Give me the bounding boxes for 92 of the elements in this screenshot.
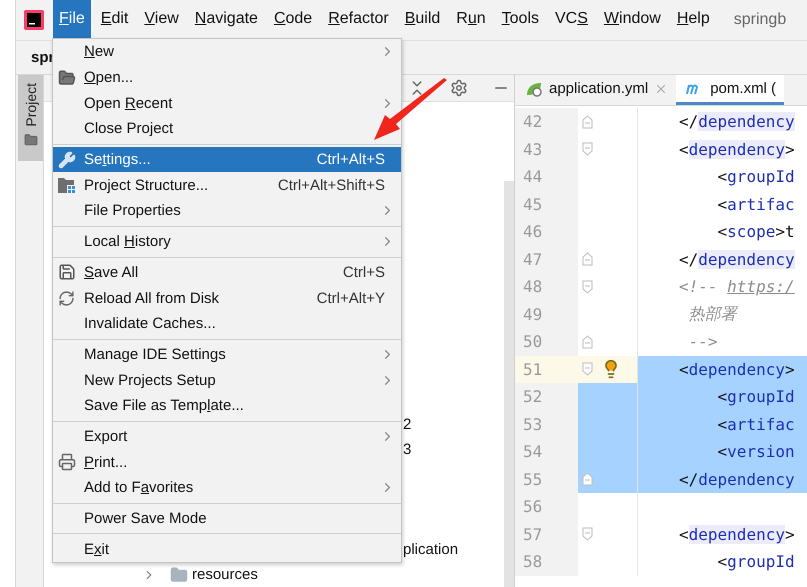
- fold-marker-icon[interactable]: [582, 280, 593, 294]
- line-number: 53: [515, 410, 578, 438]
- line-number: 44: [515, 163, 578, 190]
- line-number: 47: [515, 246, 578, 273]
- menu-item[interactable]: Open...: [53, 64, 401, 90]
- code-line: <dependency>: [679, 140, 795, 159]
- fold-end-marker-icon[interactable]: [582, 252, 593, 266]
- code-line: <!-- https:/: [679, 277, 795, 296]
- menu-item[interactable]: File Properties: [53, 198, 401, 224]
- tree-item[interactable]: resources: [192, 566, 258, 583]
- menu-item[interactable]: Exit: [53, 536, 401, 562]
- line-number: 46: [515, 218, 578, 246]
- menu-bar-item[interactable]: Tools: [496, 0, 545, 38]
- project-tool-tab[interactable]: Project: [18, 75, 43, 161]
- code-line: <groupId: [716, 387, 795, 406]
- folder-icon: [170, 566, 188, 584]
- line-number: 48: [515, 273, 578, 300]
- project-structure-icon: [58, 177, 76, 194]
- menu-item[interactable]: Local History: [53, 228, 401, 254]
- fold-marker-icon[interactable]: [582, 362, 593, 376]
- editor-tab[interactable]: pom.xml (: [676, 75, 784, 105]
- line-number: 49: [515, 300, 578, 328]
- menu-bar-item[interactable]: View: [138, 0, 185, 38]
- menu-item[interactable]: Project Structure... Ctrl+Alt+Shift+S: [53, 172, 401, 198]
- line-number: 54: [515, 438, 578, 466]
- menu-item[interactable]: Reload All from Disk Ctrl+Alt+Y: [53, 285, 401, 311]
- menu-bar-item[interactable]: Build: [398, 0, 446, 38]
- code-line: </dependency: [679, 470, 795, 489]
- menu-item[interactable]: Power Save Mode: [53, 506, 401, 532]
- menu-item[interactable]: Add to Favorites: [53, 475, 401, 501]
- code-line: <groupId: [716, 552, 795, 572]
- menu-item[interactable]: New: [53, 39, 401, 65]
- code-line: 热部署: [688, 304, 737, 325]
- menu-bar-item[interactable]: Edit: [94, 0, 134, 38]
- menu-item[interactable]: New Projects Setup: [53, 367, 401, 393]
- menu-bar-item[interactable]: VCS: [549, 0, 594, 38]
- save-icon: [58, 263, 76, 282]
- line-number: 52: [515, 383, 578, 410]
- menu-bar-item[interactable]: Refactor: [322, 0, 395, 38]
- menu-item[interactable]: Save File as Template...: [53, 392, 401, 419]
- menu-bar-item[interactable]: File: [53, 0, 91, 38]
- code-line: </dependency: [679, 112, 795, 132]
- code-line: <artifac: [716, 194, 795, 214]
- tree-item[interactable]: 2: [403, 416, 412, 433]
- line-number: 51: [515, 356, 578, 383]
- line-number: 50: [515, 328, 578, 356]
- fold-end-marker-icon[interactable]: [582, 334, 593, 349]
- code-line: <dependency>: [679, 524, 795, 544]
- code-line: <version: [716, 442, 795, 462]
- fold-end-marker-icon[interactable]: [582, 114, 593, 129]
- menu-bar-item[interactable]: Run: [450, 0, 492, 38]
- menu-item[interactable]: Save All Ctrl+S: [53, 260, 401, 286]
- leaf-icon: [525, 80, 543, 96]
- menu-item[interactable]: Export: [53, 424, 401, 450]
- line-number: 56: [515, 493, 578, 520]
- code-line: <dependency>: [679, 360, 795, 379]
- line-number: 57: [515, 520, 578, 548]
- code-line: <scope>t: [716, 222, 795, 242]
- line-number: 55: [515, 466, 578, 493]
- menu-item[interactable]: Manage IDE Settings: [53, 342, 401, 368]
- line-number: 45: [515, 190, 578, 218]
- breadcrumb[interactable]: spr: [31, 49, 54, 66]
- project-title: springb: [734, 11, 786, 29]
- fold-marker-icon[interactable]: [582, 142, 593, 156]
- code-line: <artifac: [716, 414, 795, 434]
- settings-icon[interactable]: [450, 79, 468, 97]
- app-logo-icon: [24, 10, 44, 30]
- fold-end-marker-icon[interactable]: [582, 472, 593, 486]
- tree-item[interactable]: plication: [403, 541, 458, 558]
- menu-item[interactable]: Settings... Ctrl+Alt+S: [53, 146, 401, 172]
- menu-bar-item[interactable]: Help: [670, 0, 716, 38]
- fold-marker-icon[interactable]: [582, 527, 593, 542]
- menu-bar-item[interactable]: Code: [268, 0, 318, 38]
- menu-item[interactable]: Close Project: [53, 116, 401, 142]
- tree-item[interactable]: 3: [403, 441, 412, 458]
- wrench-icon: [58, 150, 76, 169]
- menu-item[interactable]: Print...: [53, 449, 401, 475]
- menu-item[interactable]: Invalidate Caches...: [53, 310, 401, 337]
- line-number: 42: [515, 108, 578, 136]
- menu-bar-item[interactable]: Navigate: [188, 0, 264, 38]
- menu-item[interactable]: Open Recent: [53, 90, 401, 116]
- scrollbar[interactable]: [504, 181, 514, 587]
- folder-icon: [58, 68, 76, 87]
- line-number: 43: [515, 136, 578, 163]
- line-number: 58: [515, 548, 578, 576]
- printer-icon: [58, 453, 76, 472]
- code-line: -->: [688, 332, 718, 352]
- code-line: </dependency: [679, 250, 795, 269]
- folder-icon: [24, 132, 38, 147]
- menu-bar-item[interactable]: Window: [598, 0, 667, 38]
- reload-icon: [58, 290, 75, 307]
- code-line: <groupId: [716, 167, 795, 186]
